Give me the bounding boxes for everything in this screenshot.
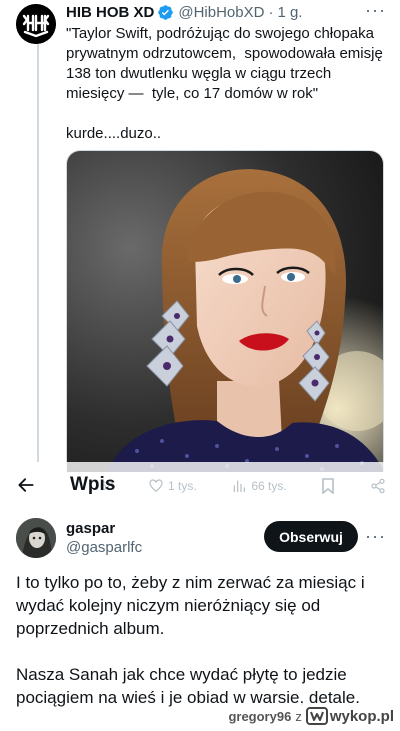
watermark-connector: z xyxy=(295,708,302,724)
bookmark-action xyxy=(321,478,335,494)
tweet-time[interactable]: 1 g. xyxy=(277,4,302,21)
share-action xyxy=(370,478,386,494)
author-handle[interactable]: @HibHobXD xyxy=(178,4,264,21)
follow-button[interactable]: Obserwuj xyxy=(264,521,358,552)
views-chart-icon xyxy=(234,480,246,492)
tweet-header: HIB HOB XD @HibHobXD · 1 g. xyxy=(66,2,388,22)
back-button[interactable] xyxy=(12,471,40,499)
author-name[interactable]: gaspar xyxy=(66,520,115,537)
avatar[interactable] xyxy=(16,518,56,558)
more-options-icon[interactable]: ··· xyxy=(365,0,386,21)
page-title: Wpis xyxy=(70,474,116,495)
heart-icon xyxy=(149,479,163,493)
tweet-photo[interactable] xyxy=(66,150,384,472)
arrow-left-icon xyxy=(18,478,34,492)
watermark-site: wykop.pl xyxy=(329,707,394,725)
wykop-logo: wykop.pl xyxy=(305,707,394,725)
quoted-tweet[interactable]: HIB HOB XD @HibHobXD · 1 g. ··· "Taylor … xyxy=(0,0,400,472)
tweet-paragraph: I to tylko po to, żeby z nim zerwać za m… xyxy=(16,573,365,638)
hib-hob-logo-icon xyxy=(16,4,56,44)
watermark-user: gregory96 xyxy=(228,708,292,724)
tweet-text: "Taylor Swift, podróżując do swojego chł… xyxy=(66,25,383,142)
views-count: 66 tys. xyxy=(251,479,287,493)
faded-action-bar: 68 1 tys. 66 tys. xyxy=(100,477,386,495)
bookmark-icon xyxy=(322,478,335,494)
portrait-photo xyxy=(67,151,383,472)
avatar[interactable] xyxy=(16,4,56,44)
author-handle[interactable]: @gasparlfc xyxy=(66,539,142,556)
profile-picture xyxy=(16,518,56,558)
post-header-bar: 68 1 tys. 66 tys. Wpis xyxy=(0,462,400,508)
verified-badge-icon xyxy=(157,4,174,21)
wykop-logo-icon xyxy=(305,707,328,725)
like-count: 1 tys. xyxy=(168,479,197,493)
separator-dot: · xyxy=(268,3,274,21)
like-action: 1 tys. xyxy=(148,478,197,494)
thread-line xyxy=(37,44,39,462)
more-options-icon[interactable]: ··· xyxy=(365,526,386,547)
author-name[interactable]: HIB HOB XD xyxy=(66,4,154,21)
share-icon xyxy=(371,478,385,494)
views-action: 66 tys. xyxy=(231,478,287,494)
wykop-watermark: gregory96 z wykop.pl xyxy=(226,703,396,729)
